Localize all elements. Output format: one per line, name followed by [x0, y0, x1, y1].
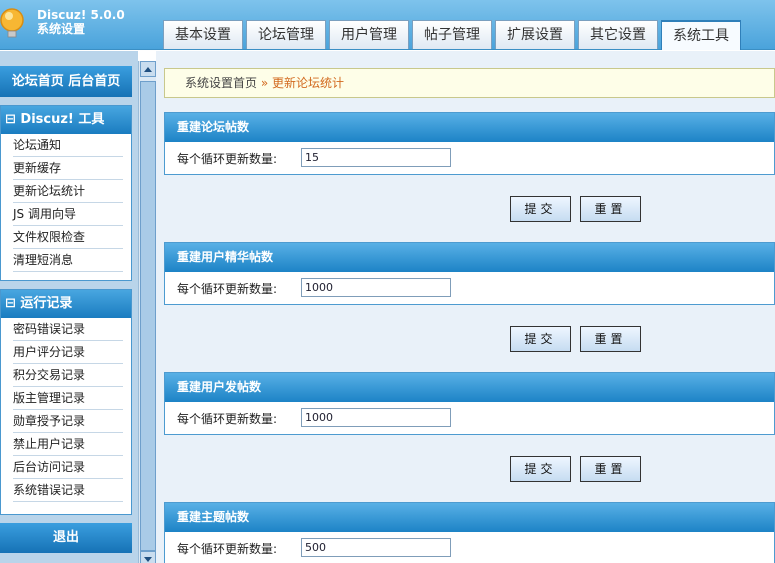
- logs-panel: ⊟ 运行记录 密码错误记录 用户评分记录 积分交易记录 版主管理记录 勋章授予记…: [0, 289, 132, 515]
- reset-button[interactable]: 重置: [580, 456, 641, 482]
- tab-basic-settings[interactable]: 基本设置: [163, 20, 243, 49]
- section-row: 每个循环更新数量:: [165, 402, 774, 434]
- field-label: 每个循环更新数量:: [177, 412, 278, 426]
- batch-size-input[interactable]: [301, 148, 451, 167]
- sidebar-item-js-wizard[interactable]: JS 调用向导: [13, 203, 123, 226]
- tab-user-management[interactable]: 用户管理: [329, 20, 409, 49]
- section-title: 重建用户精华帖数: [165, 243, 774, 272]
- field-label: 每个循环更新数量:: [177, 282, 278, 296]
- scroll-up-button[interactable]: [140, 61, 156, 77]
- field-label: 每个循环更新数量:: [177, 542, 278, 556]
- section-rebuild-forum-posts: 重建论坛帖数 每个循环更新数量:: [164, 112, 775, 175]
- batch-size-input[interactable]: [301, 278, 451, 297]
- tab-other-settings[interactable]: 其它设置: [578, 20, 658, 49]
- sidebar-item-password-errors[interactable]: 密码错误记录: [13, 318, 123, 341]
- section-row: 每个循环更新数量:: [165, 272, 774, 304]
- sidebar-item-update-stats[interactable]: 更新论坛统计: [13, 180, 123, 203]
- section-title: 重建论坛帖数: [165, 113, 774, 142]
- breadcrumb-current: 更新论坛统计: [272, 76, 345, 90]
- field-label: 每个循环更新数量:: [177, 152, 278, 166]
- sidebar-scrollbar[interactable]: [138, 61, 156, 563]
- tools-panel: ⊟ Discuz! 工具 论坛通知 更新缓存 更新论坛统计 JS 调用向导 文件…: [0, 105, 132, 281]
- sidebar-item-clean-messages[interactable]: 清理短消息: [13, 249, 123, 272]
- sidebar-item-user-ratings[interactable]: 用户评分记录: [13, 341, 123, 364]
- submit-button[interactable]: 提交: [510, 456, 571, 482]
- tab-forum-management[interactable]: 论坛管理: [246, 20, 326, 49]
- batch-size-input[interactable]: [301, 538, 451, 557]
- sidebar-item-medal-logs[interactable]: 勋章授予记录: [13, 410, 123, 433]
- batch-size-input[interactable]: [301, 408, 451, 427]
- breadcrumb-home[interactable]: 系统设置首页: [185, 76, 257, 90]
- brand-subtitle: 系统设置: [37, 22, 86, 36]
- main-tabs: 基本设置 论坛管理 用户管理 帖子管理 扩展设置 其它设置 系统工具: [163, 20, 744, 50]
- sidebar-item-credit-trades[interactable]: 积分交易记录: [13, 364, 123, 387]
- arrow-down-icon: [144, 557, 152, 562]
- reset-button[interactable]: 重置: [580, 326, 641, 352]
- sidebar-item-banned-users[interactable]: 禁止用户记录: [13, 433, 123, 456]
- tab-system-tools[interactable]: 系统工具: [661, 20, 741, 50]
- logout-button[interactable]: 退出: [0, 523, 132, 553]
- sidebar-item-forum-notice[interactable]: 论坛通知: [13, 134, 123, 157]
- logs-title[interactable]: ⊟ 运行记录: [1, 290, 131, 318]
- scroll-down-button[interactable]: [140, 551, 156, 563]
- section-title: 重建主题帖数: [165, 503, 774, 532]
- sidebar-item-update-cache[interactable]: 更新缓存: [13, 157, 123, 180]
- section-rebuild-thread-posts: 重建主题帖数 每个循环更新数量:: [164, 502, 775, 563]
- tools-title[interactable]: ⊟ Discuz! 工具: [1, 106, 131, 134]
- sidebar-item-moderator-logs[interactable]: 版主管理记录: [13, 387, 123, 410]
- top-header: Discuz! 5.0.0 系统设置 基本设置 论坛管理 用户管理 帖子管理 扩…: [0, 0, 775, 50]
- section-title: 重建用户发帖数: [165, 373, 774, 402]
- brand: Discuz! 5.0.0 系统设置: [37, 8, 125, 36]
- section-row: 每个循环更新数量:: [165, 532, 774, 563]
- tab-post-management[interactable]: 帖子管理: [412, 20, 492, 49]
- main-content: 系统设置首页 » 更新论坛统计 重建论坛帖数 每个循环更新数量: 提交 重置 重…: [156, 51, 775, 563]
- sidebar-top-nav[interactable]: 论坛首页 后台首页: [0, 66, 132, 97]
- arrow-up-icon: [144, 67, 152, 72]
- logo-icon: [0, 8, 24, 38]
- reset-button[interactable]: 重置: [580, 196, 641, 222]
- sidebar-item-file-permissions[interactable]: 文件权限检查: [13, 226, 123, 249]
- tab-extension-settings[interactable]: 扩展设置: [495, 20, 575, 49]
- breadcrumb-separator: »: [257, 76, 272, 90]
- sidebar: 论坛首页 后台首页 ⊟ Discuz! 工具 论坛通知 更新缓存 更新论坛统计 …: [0, 51, 138, 563]
- section-row: 每个循环更新数量:: [165, 142, 774, 174]
- brand-name: Discuz! 5.0.0: [37, 8, 125, 22]
- sidebar-item-system-errors[interactable]: 系统错误记录: [13, 479, 123, 502]
- submit-button[interactable]: 提交: [510, 196, 571, 222]
- breadcrumb: 系统设置首页 » 更新论坛统计: [164, 68, 775, 98]
- submit-button[interactable]: 提交: [510, 326, 571, 352]
- section-rebuild-user-posts: 重建用户发帖数 每个循环更新数量:: [164, 372, 775, 435]
- sidebar-item-admin-access[interactable]: 后台访问记录: [13, 456, 123, 479]
- section-rebuild-user-digest: 重建用户精华帖数 每个循环更新数量:: [164, 242, 775, 305]
- scroll-thumb[interactable]: [140, 81, 156, 551]
